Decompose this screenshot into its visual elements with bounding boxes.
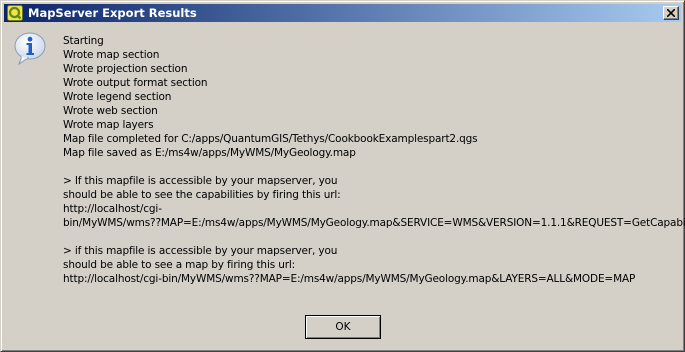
message-line: Wrote legend section bbox=[63, 91, 172, 103]
qgis-app-icon bbox=[7, 5, 23, 21]
message-line: Wrote projection section bbox=[63, 63, 188, 75]
message-line: Map file saved as E:/ms4w/apps/MyWMS/MyG… bbox=[63, 147, 356, 159]
message-line: Wrote map section bbox=[63, 49, 160, 61]
message-line: > If this mapfile is accessible by your … bbox=[63, 175, 338, 187]
close-icon bbox=[667, 9, 675, 17]
ok-button-label: OK bbox=[335, 321, 351, 333]
info-icon bbox=[13, 31, 47, 66]
message-line: http://localhost/cgi-bin/MyWMS/wms??MAP=… bbox=[63, 273, 636, 285]
message-line: Map file completed for C:/apps/QuantumGI… bbox=[63, 133, 478, 145]
ok-button[interactable]: OK bbox=[305, 315, 381, 339]
message-line: should be able to see a map by firing th… bbox=[63, 259, 296, 271]
close-button[interactable] bbox=[663, 6, 679, 20]
title-bar[interactable]: MapServer Export Results bbox=[4, 4, 681, 22]
export-results-dialog: MapServer Export Results Starting Wrote … bbox=[0, 0, 685, 352]
message-text: Starting Wrote map section Wrote project… bbox=[63, 34, 685, 286]
message-line: Wrote output format section bbox=[63, 77, 208, 89]
message-line: http://localhost/cgi- bbox=[63, 203, 162, 215]
message-line: Starting bbox=[63, 35, 104, 47]
message-line: Wrote map layers bbox=[63, 119, 154, 131]
message-line: should be able to see the capabilities b… bbox=[63, 189, 341, 201]
message-line: Wrote web section bbox=[63, 105, 158, 117]
message-line: bin/MyWMS/wms??MAP=E:/ms4w/apps/MyWMS/My… bbox=[63, 217, 685, 229]
message-line: > if this mapfile is accessible by your … bbox=[63, 245, 338, 257]
window-title: MapServer Export Results bbox=[28, 6, 197, 20]
